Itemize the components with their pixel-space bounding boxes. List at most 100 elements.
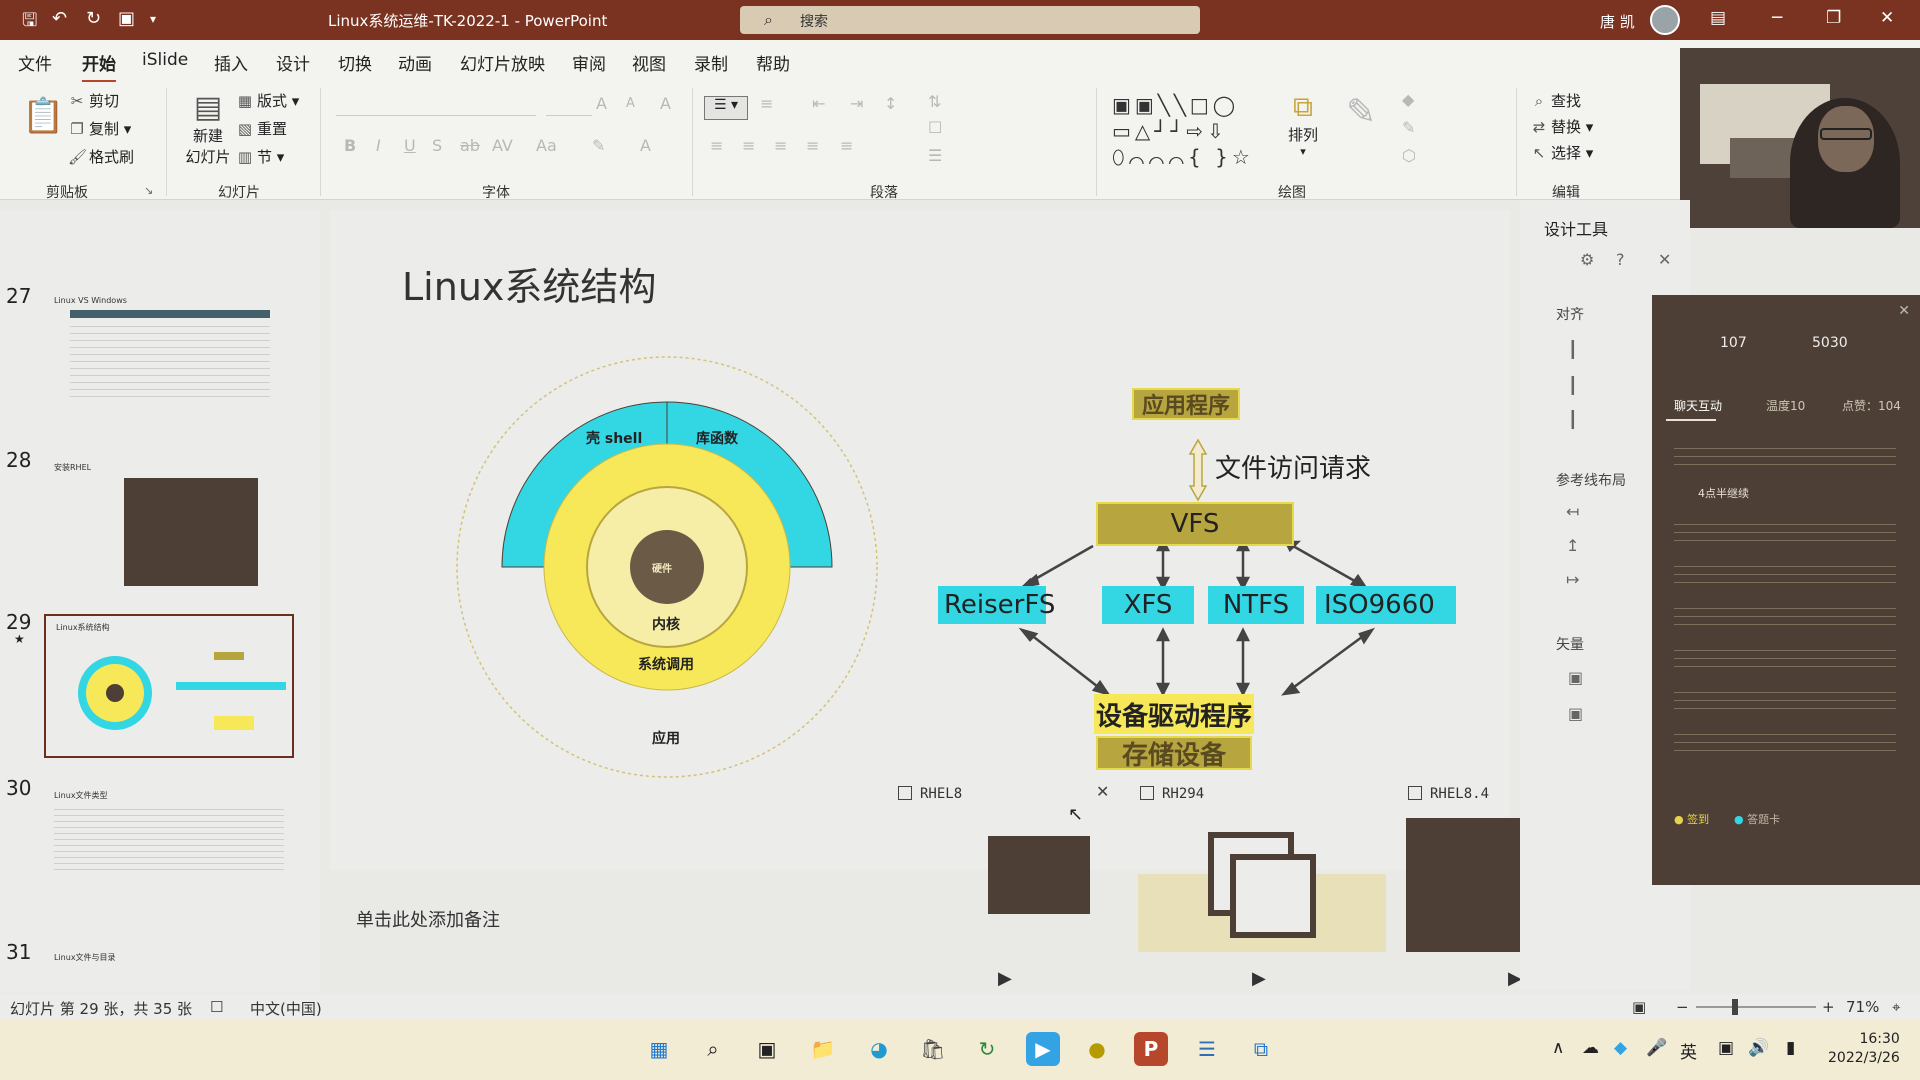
- shape-fill-icon[interactable]: ◆: [1402, 90, 1414, 109]
- highlight-icon[interactable]: ✎: [592, 136, 605, 155]
- close-chat-icon[interactable]: ✕: [1898, 303, 1910, 319]
- font-size-select[interactable]: [546, 92, 592, 116]
- increase-indent-icon[interactable]: ⇥: [850, 94, 863, 113]
- slide-thumbnail-27[interactable]: Linux VS Windows: [44, 290, 294, 430]
- tab-animations[interactable]: 动画: [398, 50, 432, 75]
- vfs-box[interactable]: VFS: [1096, 502, 1294, 546]
- chevron-up-icon[interactable]: ∧: [1552, 1038, 1564, 1058]
- format-painter-button[interactable]: 🖌 格式刷: [68, 146, 134, 167]
- chat-tab-likes[interactable]: 点赞：104: [1842, 397, 1901, 414]
- zoom-slider-thumb[interactable]: [1732, 999, 1738, 1015]
- replace-button[interactable]: ⇄ 替换 ▾: [1530, 116, 1594, 137]
- slideshow-view-icon[interactable]: ▣: [1632, 998, 1646, 1016]
- decrease-indent-icon[interactable]: ⇤: [812, 94, 825, 113]
- minimize-icon[interactable]: ─: [1772, 8, 1782, 28]
- close-tile-icon[interactable]: ✕: [1096, 782, 1109, 801]
- redo-icon[interactable]: ↻: [86, 8, 101, 29]
- tab-review[interactable]: 审阅: [572, 50, 606, 75]
- app-icon-green[interactable]: ↻: [970, 1032, 1004, 1066]
- tab-help[interactable]: 帮助: [756, 50, 790, 75]
- close-icon[interactable]: ✕: [1880, 8, 1894, 28]
- network-icon[interactable]: ▣: [1718, 1038, 1734, 1058]
- webcam-overlay[interactable]: [1680, 48, 1920, 228]
- microphone-icon[interactable]: 🎤: [1646, 1038, 1667, 1058]
- align-center-icon[interactable]: ≡: [742, 136, 755, 155]
- ribbon-display-icon[interactable]: ▤: [1710, 8, 1726, 28]
- clock[interactable]: 16:30 2022/3/26: [1828, 1030, 1900, 1068]
- store-icon[interactable]: 🛍: [916, 1032, 950, 1066]
- zoom-slider-track[interactable]: [1696, 1006, 1816, 1008]
- user-name[interactable]: 唐 凯: [1600, 11, 1635, 32]
- strikethrough-icon[interactable]: ab: [460, 136, 480, 155]
- avatar[interactable]: [1650, 5, 1680, 35]
- reset-button[interactable]: ▧ 重置: [236, 118, 287, 139]
- line-spacing-icon[interactable]: ↕: [884, 94, 897, 113]
- shape-effects-icon[interactable]: ⬡: [1402, 146, 1416, 165]
- search-icon[interactable]: ⌕: [696, 1032, 730, 1066]
- battery-icon[interactable]: ▮: [1786, 1038, 1795, 1058]
- tab-transitions[interactable]: 切换: [338, 50, 372, 75]
- guide-icon[interactable]: ↥: [1566, 536, 1579, 555]
- vm-tile-rh294[interactable]: RH294: [1140, 786, 1204, 802]
- align-icon[interactable]: ┃: [1568, 340, 1578, 359]
- zoom-in-icon[interactable]: +: [1822, 998, 1835, 1016]
- restore-icon[interactable]: ❐: [1826, 8, 1841, 28]
- smartart-icon[interactable]: ☰: [928, 146, 942, 165]
- grow-font-icon[interactable]: A: [596, 94, 607, 113]
- section-button[interactable]: ▥ 节 ▾: [236, 146, 284, 167]
- app-icon-blue[interactable]: ▶: [1026, 1032, 1060, 1066]
- columns-icon[interactable]: ≡: [840, 136, 853, 155]
- bold-icon[interactable]: B: [344, 136, 356, 155]
- vm-tile-rhel84[interactable]: RHEL8.4: [1408, 786, 1489, 802]
- font-name-select[interactable]: [336, 92, 536, 116]
- search-box[interactable]: ⌕ 搜索: [740, 6, 1200, 34]
- quick-styles-icon[interactable]: ✎: [1346, 92, 1376, 133]
- storage-box[interactable]: 存储设备: [1096, 736, 1252, 771]
- vmware-icon[interactable]: ⧉: [1244, 1032, 1278, 1066]
- checkin-button[interactable]: ● 签到: [1674, 811, 1709, 827]
- slide-thumbnail-30[interactable]: Linux文件类型: [44, 784, 294, 924]
- app-program-box[interactable]: 应用程序: [1132, 388, 1240, 420]
- save-icon[interactable]: 🖫: [22, 8, 37, 38]
- notepad-icon[interactable]: ☰: [1190, 1032, 1224, 1066]
- slide-thumbnail-28[interactable]: 安装RHEL: [44, 456, 294, 596]
- shadow-icon[interactable]: S: [432, 136, 442, 155]
- fit-slide-icon[interactable]: ⌖: [1892, 998, 1900, 1016]
- vector-icon[interactable]: ▣: [1568, 704, 1583, 723]
- numbering-icon[interactable]: ≡: [760, 94, 773, 113]
- ime-indicator[interactable]: 英: [1680, 1038, 1697, 1063]
- task-view-icon[interactable]: ▣: [750, 1032, 784, 1066]
- find-button[interactable]: ⌕ 查找: [1530, 90, 1581, 111]
- vm-tile-rhel8[interactable]: RHEL8: [898, 786, 962, 802]
- tab-home[interactable]: 开始: [82, 50, 116, 83]
- align-right-icon[interactable]: ≡: [774, 136, 787, 155]
- fs-box-iso9660[interactable]: ISO9660: [1316, 586, 1456, 624]
- chat-tab-temperature[interactable]: 温度10: [1766, 397, 1805, 414]
- select-button[interactable]: ↖ 选择 ▾: [1530, 142, 1594, 163]
- customize-qat-icon[interactable]: ▾: [150, 12, 156, 26]
- play-icon[interactable]: ▶: [1252, 968, 1266, 989]
- text-direction-icon[interactable]: ⇅: [928, 92, 941, 111]
- tab-file[interactable]: 文件: [18, 50, 52, 75]
- edge-browser-icon[interactable]: ◕: [862, 1032, 896, 1066]
- clear-format-icon[interactable]: A: [660, 94, 671, 113]
- tab-view[interactable]: 视图: [632, 50, 666, 75]
- fs-box-reiserfs[interactable]: ReiserFS: [938, 586, 1055, 624]
- cut-button[interactable]: ✂ 剪切: [68, 90, 119, 111]
- justify-icon[interactable]: ≡: [806, 136, 819, 155]
- language-status[interactable]: 中文(中国): [250, 998, 322, 1019]
- clipboard-launcher-icon[interactable]: ↘: [144, 184, 153, 197]
- slide-thumbnail-31[interactable]: Linux文件与目录: [44, 946, 294, 992]
- align-icon[interactable]: ┃: [1568, 410, 1578, 429]
- close-panel-icon[interactable]: ✕: [1658, 250, 1671, 269]
- file-explorer-icon[interactable]: 📁: [806, 1032, 840, 1066]
- chat-overlay[interactable]: ✕ 107 5030 聊天互动 温度10 点赞：104 4点半继续 ● 签到 ●…: [1652, 295, 1920, 885]
- app-tray-icon[interactable]: ◆: [1614, 1038, 1627, 1058]
- font-color-icon[interactable]: A: [640, 136, 651, 155]
- layout-button[interactable]: ▦ 版式 ▾: [236, 90, 299, 111]
- shape-outline-icon[interactable]: ✎: [1402, 118, 1415, 137]
- paste-icon[interactable]: 📋: [22, 96, 64, 136]
- char-spacing-icon[interactable]: AV: [492, 136, 513, 155]
- shrink-font-icon[interactable]: A: [626, 96, 635, 111]
- zoom-out-icon[interactable]: −: [1676, 998, 1689, 1016]
